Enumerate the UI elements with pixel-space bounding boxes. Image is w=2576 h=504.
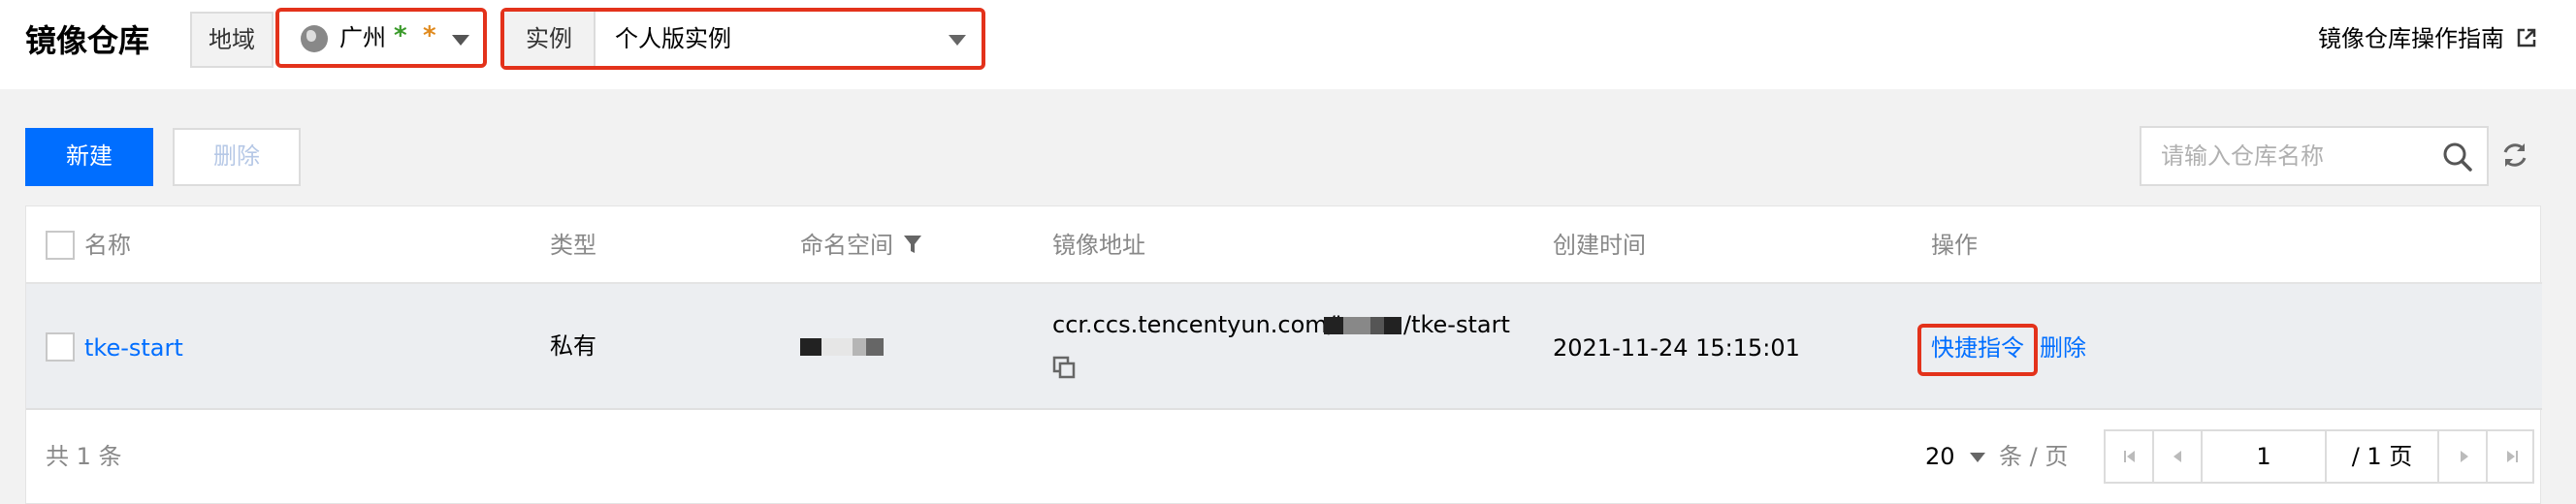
column-actions: 操作 bbox=[1931, 232, 1978, 259]
page-number-input[interactable] bbox=[2203, 431, 2327, 482]
namespace-masked bbox=[853, 338, 866, 356]
copy-icon[interactable] bbox=[1052, 356, 1076, 379]
repo-name-link[interactable]: tke-start bbox=[84, 331, 183, 365]
namespace-masked bbox=[821, 338, 853, 356]
region-label: 地域 bbox=[190, 12, 274, 68]
table-row: tke-start 私有 ccr.ccs.tencentyun.com/' /t… bbox=[26, 284, 2542, 410]
address-masked bbox=[1343, 317, 1370, 334]
globe-icon bbox=[301, 25, 328, 52]
last-page-button[interactable] bbox=[2488, 431, 2536, 482]
column-name: 名称 bbox=[84, 232, 131, 259]
first-page-button[interactable] bbox=[2106, 431, 2154, 482]
delete-link[interactable]: 删除 bbox=[2040, 331, 2086, 365]
namespace-masked bbox=[866, 338, 884, 356]
instance-label: 实例 bbox=[504, 12, 596, 66]
chevron-down-icon bbox=[452, 35, 469, 46]
per-page-label: 条 / 页 bbox=[1999, 443, 2069, 470]
address-masked bbox=[1384, 317, 1401, 334]
column-created: 创建时间 bbox=[1553, 232, 1646, 259]
instance-select[interactable]: 实例 个人版实例 bbox=[500, 8, 985, 70]
region-select[interactable]: 广州 * * bbox=[275, 8, 487, 68]
search-box bbox=[2140, 126, 2489, 186]
filter-icon[interactable] bbox=[903, 234, 922, 255]
repository-table: 名称 类型 命名空间 镜像地址 创建时间 操作 tke-start 私有 ccr… bbox=[25, 205, 2542, 504]
column-type: 类型 bbox=[550, 232, 596, 259]
row-checkbox[interactable] bbox=[46, 332, 75, 362]
address-masked bbox=[1324, 317, 1343, 334]
page-size-select[interactable]: 20 bbox=[1925, 439, 1955, 474]
table-header: 名称 类型 命名空间 镜像地址 创建时间 操作 bbox=[26, 206, 2542, 284]
external-link-icon[interactable] bbox=[2516, 27, 2537, 48]
first-page-icon bbox=[2124, 451, 2135, 462]
page-title: 镜像仓库 bbox=[25, 22, 150, 59]
region-mask-2: * bbox=[423, 21, 436, 50]
pagination: / 1 页 bbox=[2104, 429, 2534, 484]
repo-created-time: 2021-11-24 15:15:01 bbox=[1553, 334, 1800, 362]
repo-type: 私有 bbox=[550, 332, 596, 360]
repo-address-prefix: ccr.ccs.tencentyun.com/' bbox=[1052, 311, 1342, 338]
total-pages: / 1 页 bbox=[2327, 431, 2439, 482]
select-all-checkbox[interactable] bbox=[46, 231, 75, 260]
chevron-down-icon bbox=[949, 35, 966, 46]
new-button[interactable]: 新建 bbox=[25, 128, 153, 186]
search-icon[interactable] bbox=[2442, 142, 2473, 173]
instance-value: 个人版实例 bbox=[615, 25, 731, 52]
namespace-masked bbox=[800, 338, 821, 356]
prev-page-button[interactable] bbox=[2154, 431, 2203, 482]
column-namespace: 命名空间 bbox=[800, 232, 893, 259]
search-input[interactable] bbox=[2161, 128, 2423, 184]
address-masked bbox=[1370, 317, 1384, 334]
region-value: 广州 bbox=[339, 24, 386, 51]
delete-button[interactable]: 删除 bbox=[173, 128, 301, 186]
next-page-button[interactable] bbox=[2439, 431, 2488, 482]
column-address: 镜像地址 bbox=[1052, 232, 1145, 259]
repo-address-suffix: /tke-start bbox=[1403, 311, 1510, 338]
last-page-icon bbox=[2507, 451, 2518, 462]
prev-page-icon bbox=[2174, 451, 2181, 462]
next-page-icon bbox=[2461, 451, 2468, 462]
top-bar: 镜像仓库 地域 广州 * * 实例 个人版实例 镜像仓库操作指南 bbox=[0, 0, 2576, 89]
guide-link[interactable]: 镜像仓库操作指南 bbox=[2318, 21, 2504, 56]
chevron-down-icon bbox=[1970, 453, 1985, 462]
refresh-icon[interactable] bbox=[2500, 141, 2529, 170]
region-mask-1: * bbox=[394, 21, 407, 50]
total-count: 共 1 条 bbox=[46, 443, 122, 470]
table-footer: 共 1 条 20 条 / 页 / 1 页 bbox=[26, 410, 2542, 503]
quick-command-link[interactable]: 快捷指令 bbox=[1931, 331, 2024, 365]
